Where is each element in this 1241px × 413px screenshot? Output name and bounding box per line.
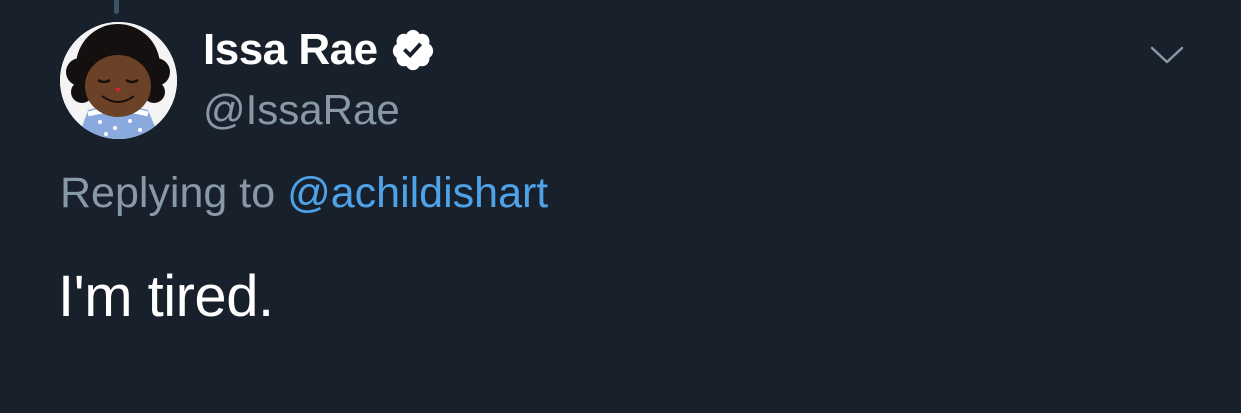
author-display-name[interactable]: Issa Rae [203, 25, 378, 75]
thread-connector-line [114, 0, 119, 14]
author-handle[interactable]: @IssaRae [203, 86, 400, 134]
tweet-text: I'm tired. [58, 264, 274, 329]
tweet-card[interactable]: Issa Rae @IssaRae Replying to @achildish… [0, 0, 1241, 413]
replying-to-label: Replying to [60, 169, 276, 217]
verified-badge-icon [390, 27, 436, 73]
avatar-doll-image [60, 22, 177, 139]
reply-mention-link[interactable]: @achildishart [287, 169, 548, 217]
chevron-down-icon[interactable] [1146, 40, 1188, 70]
author-row: Issa Rae [203, 22, 436, 78]
replying-to-line: Replying to @achildishart [60, 169, 548, 218]
avatar[interactable] [60, 22, 177, 139]
